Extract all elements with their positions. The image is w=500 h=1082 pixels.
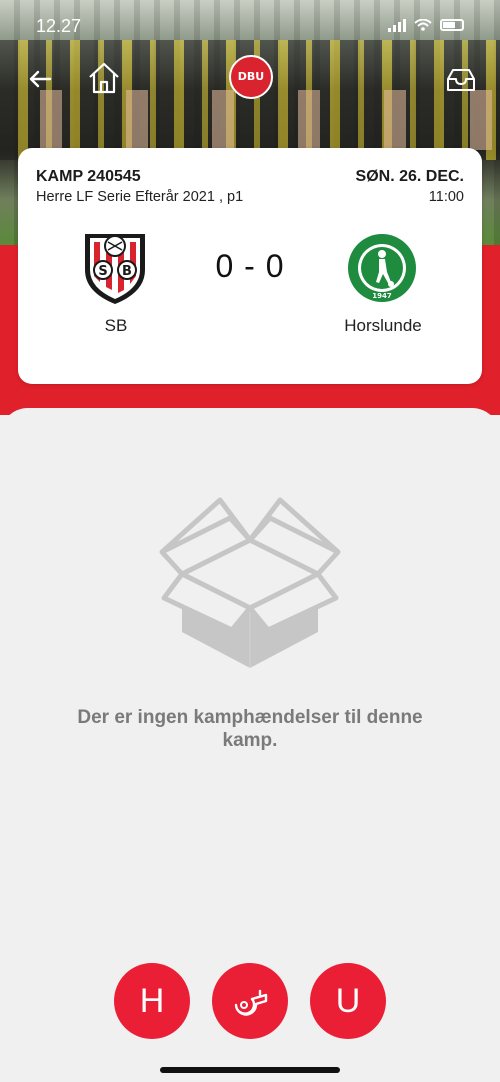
home-team-button[interactable]: H	[114, 963, 190, 1039]
match-actions: H U	[0, 963, 500, 1041]
svg-text:1947: 1947	[372, 292, 392, 300]
away-team-name: Horslunde	[344, 316, 422, 335]
top-navigation: DBU	[0, 55, 500, 105]
match-time: 11:00	[428, 189, 464, 205]
wifi-icon	[414, 19, 432, 31]
match-date: SØN. 26. DEC.	[355, 168, 464, 185]
open-box-icon	[159, 497, 341, 668]
home-team-name: SB	[104, 316, 128, 335]
league-name: Herre LF Serie Efterår 2021 , p1	[36, 189, 244, 205]
back-arrow-icon[interactable]	[24, 63, 56, 95]
away-team-crest-icon: 1947	[348, 234, 416, 302]
battery-icon	[440, 19, 464, 31]
status-bar: 12.27	[0, 14, 500, 42]
signal-icon	[388, 18, 406, 32]
home-icon[interactable]	[86, 61, 122, 95]
dbu-logo-text: DBU	[237, 70, 265, 83]
inbox-icon[interactable]	[446, 67, 476, 93]
dbu-logo: DBU	[229, 55, 273, 99]
away-team-button[interactable]: U	[310, 963, 386, 1039]
whistle-icon	[234, 989, 268, 1016]
match-id: KAMP 240545	[36, 168, 141, 185]
empty-state-message: Der er ingen kamphændelser til denne kam…	[77, 707, 423, 751]
status-icons	[388, 18, 464, 32]
away-team-button-label: U	[335, 981, 361, 1020]
status-time: 12.27	[36, 16, 82, 36]
match-card[interactable]: KAMP 240545 Herre LF Serie Efterår 2021 …	[18, 148, 482, 384]
home-team-button-label: H	[139, 981, 165, 1020]
whistle-button[interactable]	[212, 963, 288, 1039]
home-indicator[interactable]	[160, 1067, 340, 1073]
